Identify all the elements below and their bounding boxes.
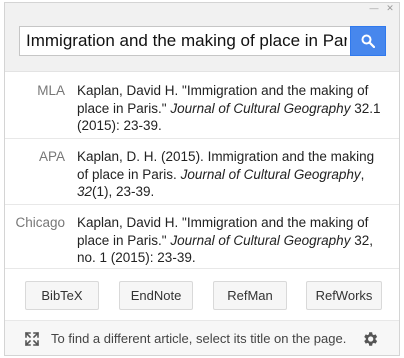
- citation-style-label: APA: [38, 149, 65, 164]
- search-button[interactable]: [350, 26, 386, 56]
- endnote-button[interactable]: EndNote: [119, 281, 193, 310]
- search-header: — ✕: [5, 3, 399, 72]
- citation-text[interactable]: Kaplan, D. H. (2015). Immigration and th…: [71, 139, 381, 204]
- citation-style-label: Chicago: [15, 215, 65, 230]
- footer-hint: To find a different article, select its …: [51, 331, 347, 346]
- search-box: [19, 26, 353, 56]
- search-input[interactable]: [20, 27, 353, 55]
- magnifier-icon: [361, 34, 375, 48]
- minimize-icon[interactable]: —: [369, 3, 379, 13]
- citation-text[interactable]: Kaplan, David H. "Immigration and the ma…: [71, 205, 381, 268]
- footer: To find a different article, select its …: [5, 321, 399, 355]
- citation-style-label: MLA: [37, 83, 65, 98]
- citation-chicago: Chicago Kaplan, David H. "Immigration an…: [5, 205, 399, 269]
- refman-button[interactable]: RefMan: [213, 281, 287, 310]
- window-controls: — ✕: [369, 3, 395, 13]
- refworks-button[interactable]: RefWorks: [306, 281, 382, 310]
- citation-apa: APA Kaplan, D. H. (2015). Immigration an…: [5, 139, 399, 205]
- close-icon[interactable]: ✕: [385, 3, 395, 13]
- citation-mla: MLA Kaplan, David H. "Immigration and th…: [5, 73, 399, 139]
- citation-text[interactable]: Kaplan, David H. "Immigration and the ma…: [71, 73, 381, 138]
- citation-popup: — ✕ MLA Kaplan, David H. "Immigration an…: [4, 2, 400, 356]
- bibtex-button[interactable]: BibTeX: [25, 281, 99, 310]
- expand-arrows-icon[interactable]: [25, 332, 39, 346]
- gear-icon[interactable]: [361, 330, 379, 348]
- export-buttons: BibTeX EndNote RefMan RefWorks: [5, 269, 399, 321]
